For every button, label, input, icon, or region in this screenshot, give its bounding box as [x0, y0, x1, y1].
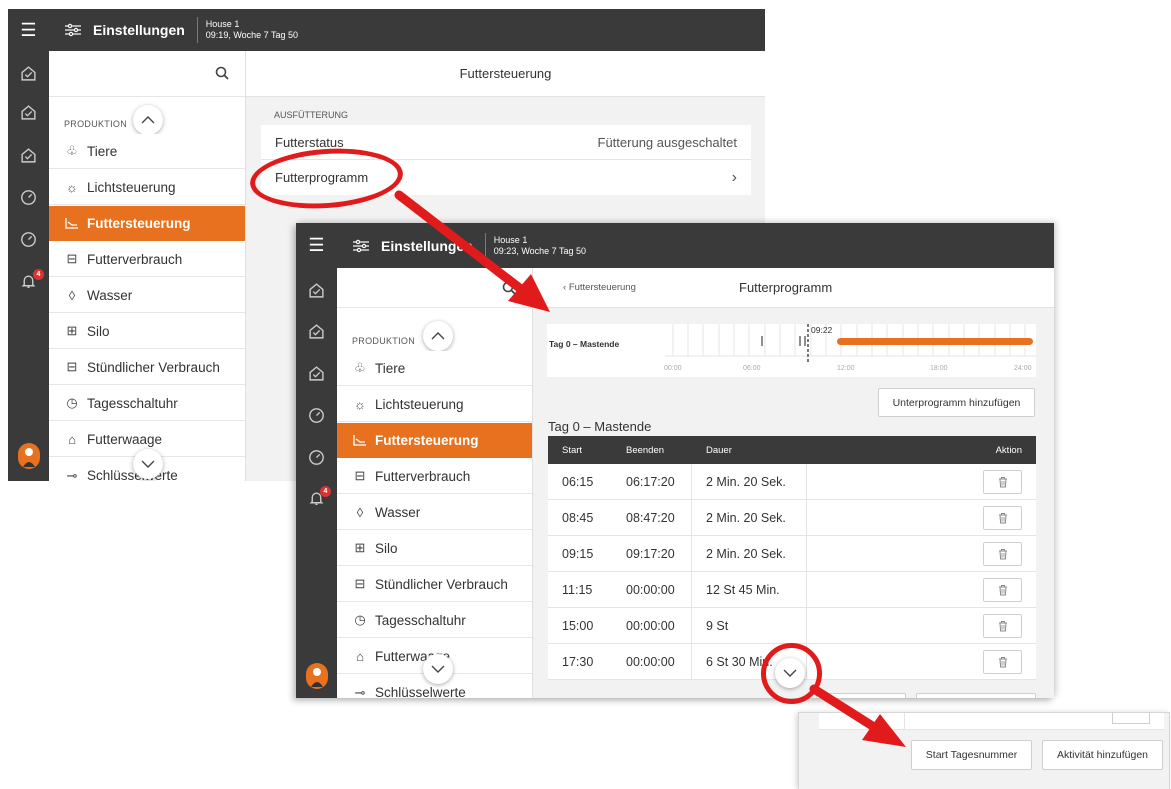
- annotation-arrow-icon: [394, 190, 906, 747]
- highlight-circle-scroll-down: [761, 643, 822, 704]
